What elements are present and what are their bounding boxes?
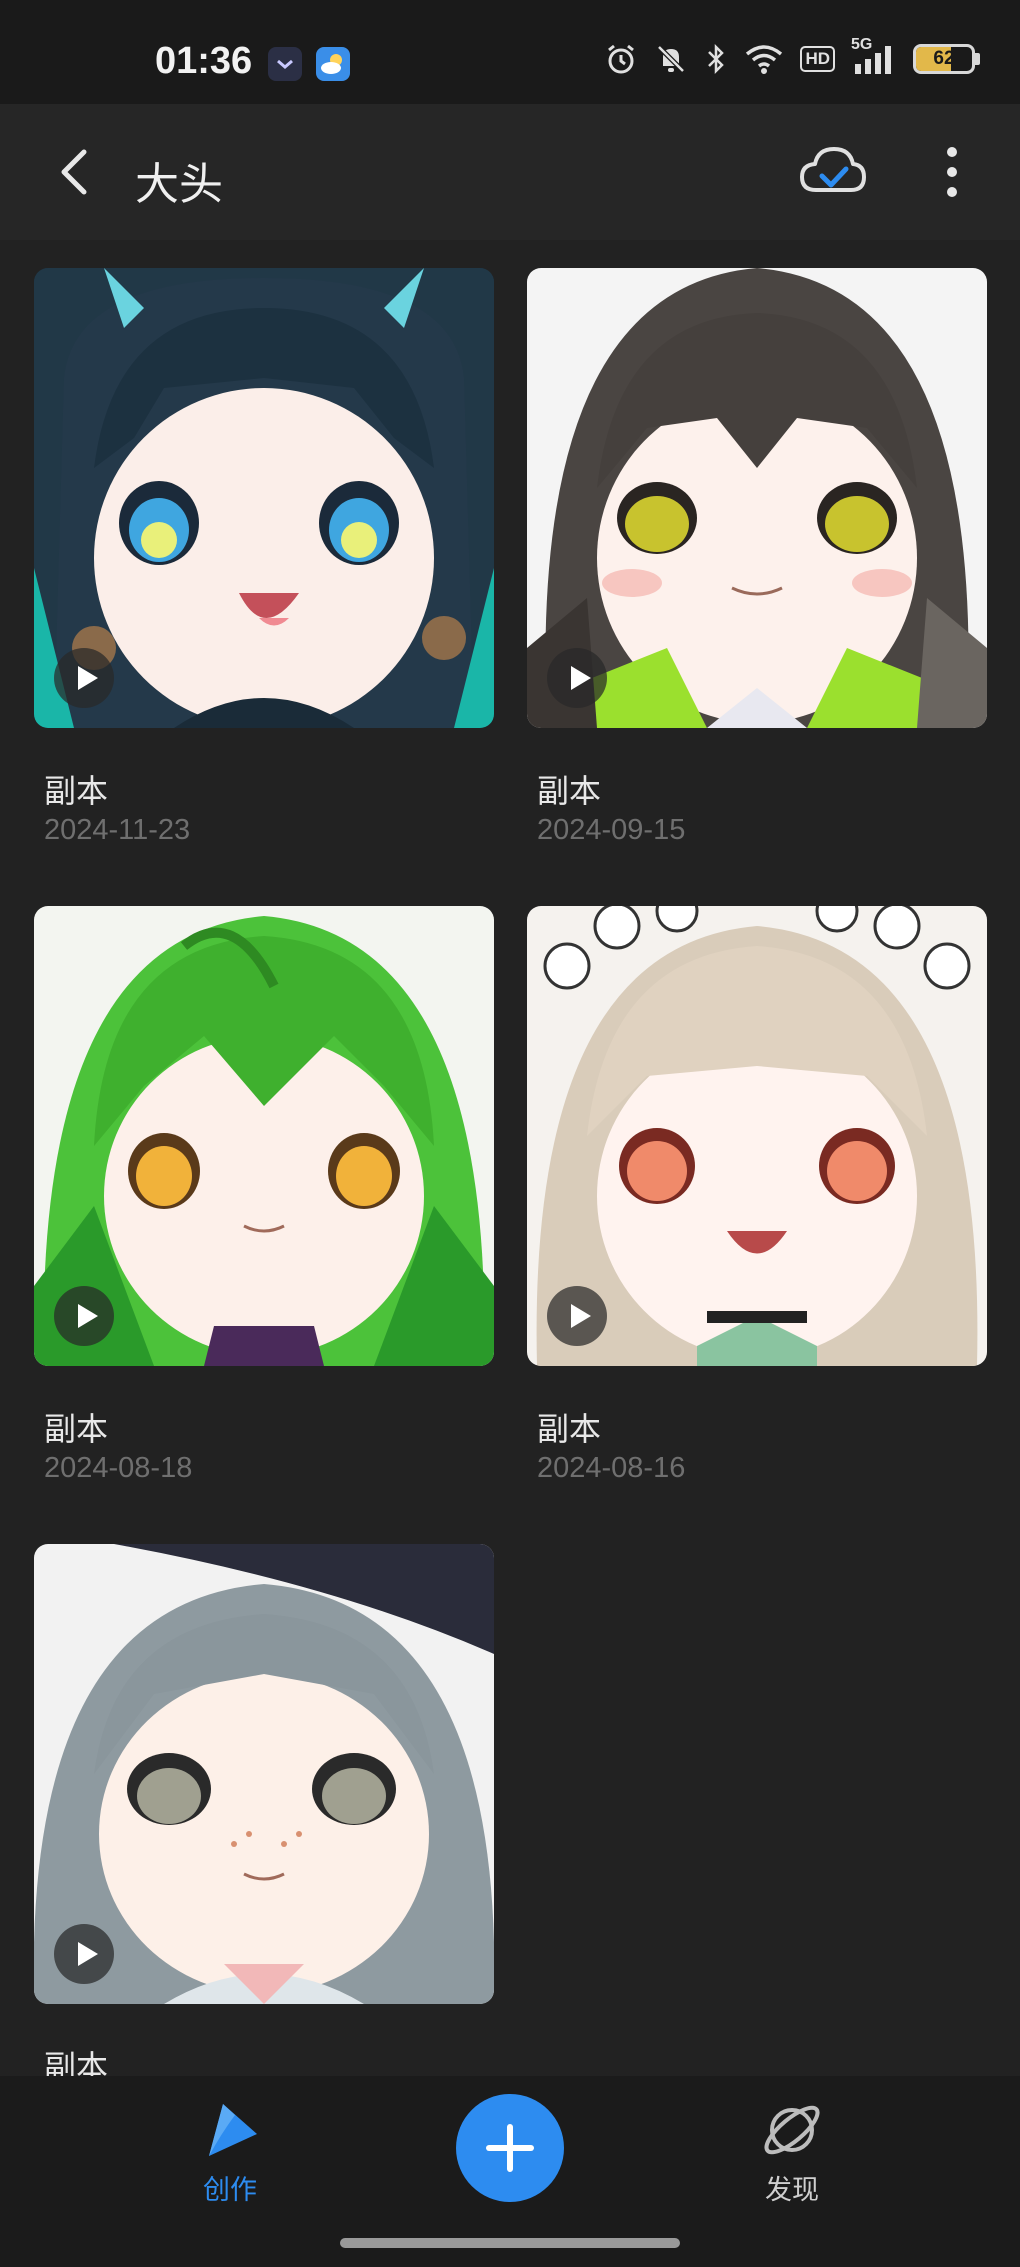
battery-percent: 62: [933, 48, 955, 69]
page-title: 大头: [135, 159, 223, 210]
play-button[interactable]: [54, 1924, 114, 1984]
weather-icon: [316, 47, 350, 81]
work-name: 副本: [44, 772, 109, 810]
battery-nub: [975, 53, 980, 65]
work-name: 副本: [44, 1410, 109, 1448]
nav-tab-create[interactable]: 创作: [150, 2098, 310, 2207]
app-notification-icon: [268, 47, 302, 81]
status-time: 01:36: [155, 40, 253, 82]
alarm-icon: [604, 42, 638, 76]
bluetooth-icon: [704, 42, 728, 76]
work-date: 2024-11-23: [44, 814, 191, 846]
create-pen-icon: [209, 2104, 257, 2156]
work-date: 2024-08-18: [44, 1452, 193, 1484]
cloud-check-icon: [800, 147, 866, 192]
planet-icon: [764, 2105, 820, 2155]
work-card[interactable]: 副本 2024-09-15: [527, 268, 987, 846]
nav-tab-discover-label: 发现: [765, 2175, 819, 2206]
back-button[interactable]: [50, 142, 110, 202]
app-header: 大头: [0, 104, 1020, 240]
work-card[interactable]: 副本 2024-08-18: [34, 906, 494, 1484]
more-vertical-icon: [947, 147, 957, 197]
work-card[interactable]: 副本 2024-08-16: [527, 906, 987, 1484]
work-date: 2024-09-15: [537, 814, 686, 846]
more-options-button[interactable]: [930, 142, 974, 202]
works-grid: 副本 2024-11-23 副本 2024-09-15 副本 2024-08-1…: [0, 240, 1020, 2076]
home-indicator[interactable]: [340, 2238, 680, 2248]
signal-icon: 5G: [851, 36, 897, 76]
mute-icon: [654, 42, 688, 76]
play-button[interactable]: [54, 648, 114, 708]
add-new-button[interactable]: [456, 2094, 564, 2202]
play-button[interactable]: [547, 1286, 607, 1346]
nav-tab-create-label: 创作: [203, 2175, 257, 2206]
chevron-left-icon: [61, 149, 87, 195]
work-name: 副本: [44, 2048, 109, 2076]
hd-icon: HD: [800, 46, 835, 72]
cloud-sync-button[interactable]: [796, 140, 870, 202]
status-bar: 01:36 HD 5G 62: [0, 0, 1020, 104]
work-thumbnail[interactable]: [527, 268, 987, 728]
play-button[interactable]: [547, 648, 607, 708]
bottom-navigation: 创作 发现: [0, 2076, 1020, 2267]
battery-icon: 62: [913, 44, 975, 74]
work-thumbnail[interactable]: [34, 906, 494, 1366]
work-card[interactable]: 副本: [34, 1544, 494, 2076]
work-thumbnail[interactable]: [527, 906, 987, 1366]
work-name: 副本: [537, 772, 602, 810]
work-date: 2024-08-16: [537, 1452, 686, 1484]
nav-tab-discover[interactable]: 发现: [712, 2098, 872, 2207]
work-thumbnail[interactable]: [34, 268, 494, 728]
play-button[interactable]: [54, 1286, 114, 1346]
battery-indicator: 62: [913, 44, 980, 74]
work-card[interactable]: 副本 2024-11-23: [34, 268, 494, 846]
work-name: 副本: [537, 1410, 602, 1448]
work-thumbnail[interactable]: [34, 1544, 494, 2004]
wifi-icon: [744, 42, 784, 76]
